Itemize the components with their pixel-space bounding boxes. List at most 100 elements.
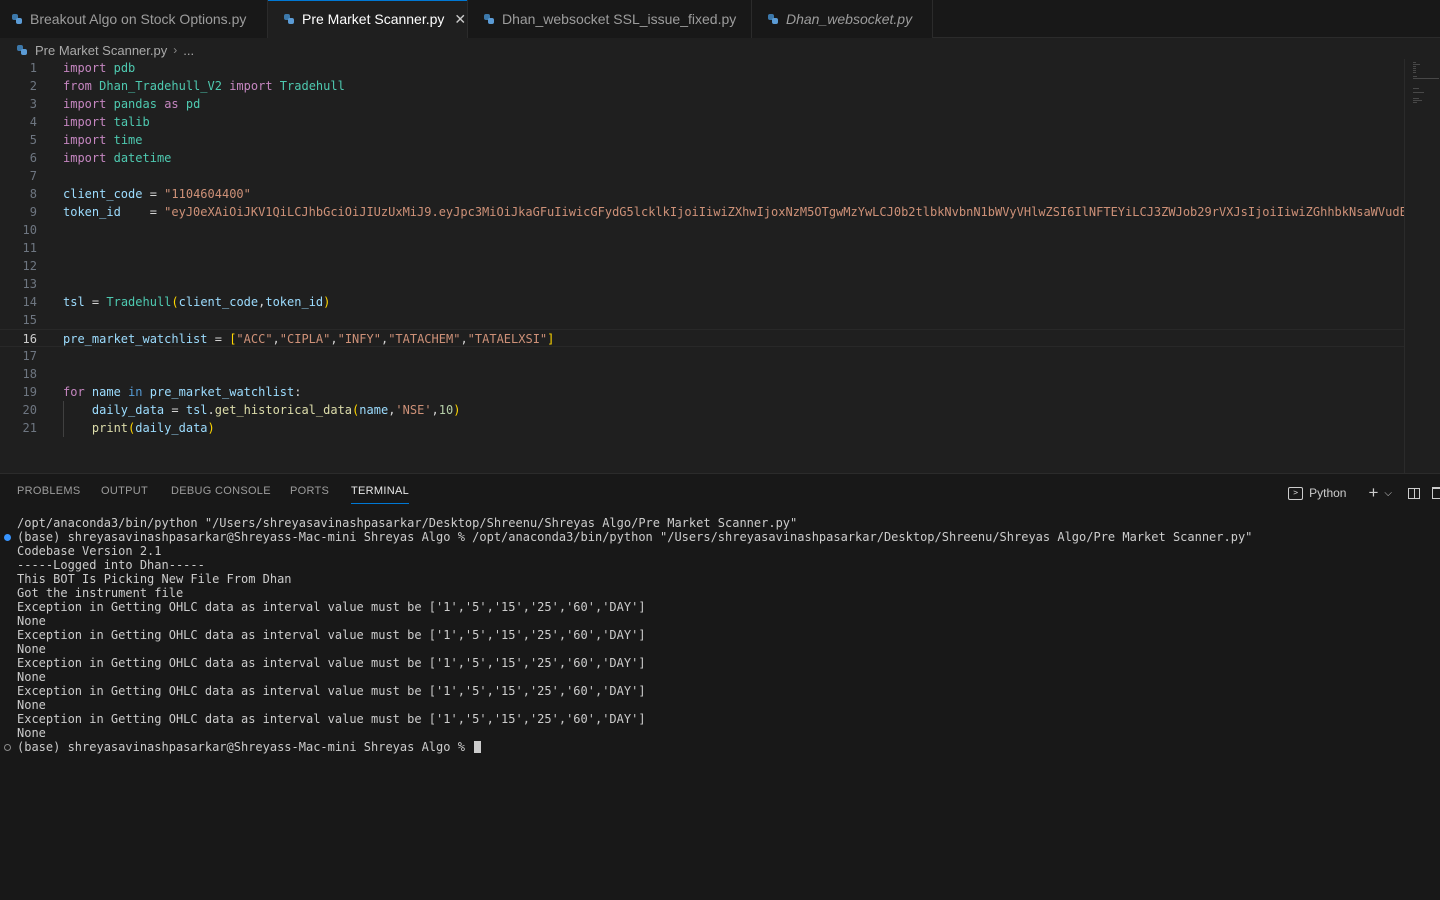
code-token: import xyxy=(63,97,107,111)
code-line[interactable]: 20 daily_data = tsl.get_historical_data(… xyxy=(0,401,1404,419)
code-line[interactable]: 16 pre_market_watchlist = ["ACC","CIPLA",… xyxy=(0,329,1404,347)
code-token: "CIPLA" xyxy=(279,332,331,346)
new-terminal-icon[interactable]: + xyxy=(1368,483,1378,503)
terminal-line-text: None xyxy=(17,726,46,740)
minimap[interactable] xyxy=(1404,59,1440,473)
minimap-line xyxy=(1413,62,1416,63)
python-file-icon xyxy=(768,14,778,24)
code-line[interactable]: 2 from Dhan_Tradehull_V2 import Tradehull xyxy=(0,77,1404,95)
breadcrumb-file[interactable]: Pre Market Scanner.py xyxy=(35,43,167,58)
terminal-line: Got the instrument file xyxy=(17,586,183,600)
code-token: 10 xyxy=(438,403,454,417)
code-text: pre_market_watchlist = ["ACC","CIPLA","I… xyxy=(63,330,554,348)
chevron-down-icon[interactable]: ⌵ xyxy=(1384,488,1392,499)
tab-pre-market-scanner[interactable]: Pre Market Scanner.py ✕ xyxy=(268,0,468,38)
code-token: import xyxy=(63,133,107,147)
terminal-line-text: Exception in Getting OHLC data as interv… xyxy=(17,684,646,698)
code-text: from Dhan_Tradehull_V2 import Tradehull xyxy=(63,77,345,95)
code-token: time xyxy=(113,133,143,147)
tab-dhan-websocket-ssl[interactable]: Dhan_websocket SSL_issue_fixed.py xyxy=(468,0,752,38)
terminal-line-text: Exception in Getting OHLC data as interv… xyxy=(17,712,646,726)
code-line[interactable]: 14 tsl = Tradehull(client_code,token_id) xyxy=(0,293,1404,311)
tab-label: Pre Market Scanner.py xyxy=(302,11,445,27)
trash-icon[interactable] xyxy=(1432,487,1440,499)
code-token: daily_data xyxy=(91,403,165,417)
line-number: 14 xyxy=(22,295,37,309)
minimap-line xyxy=(1413,92,1425,93)
breadcrumb-more[interactable]: ... xyxy=(183,43,194,58)
code-token: pandas xyxy=(113,97,157,111)
tab-problems[interactable]: PROBLEMS xyxy=(17,485,81,497)
code-token: "eyJ0eXAiOiJKV1QiLCJhbGciOiJIUzUxMiJ9.ey… xyxy=(164,205,1404,219)
code-line[interactable]: 11 xyxy=(0,239,1404,257)
code-token: = xyxy=(207,332,230,346)
chevron-right-icon: › xyxy=(173,43,178,57)
code-line[interactable]: 15 xyxy=(0,311,1404,329)
code-line[interactable]: 6 import datetime xyxy=(0,149,1404,167)
code-text: for name in pre_market_watchlist: xyxy=(63,383,301,401)
code-token: ) xyxy=(323,295,331,309)
code-token: = xyxy=(142,187,165,201)
line-number: 16 xyxy=(22,332,37,346)
code-line[interactable]: 7 xyxy=(0,167,1404,185)
code-line[interactable]: 19 for name in pre_market_watchlist: xyxy=(0,383,1404,401)
code-line[interactable]: 3 import pandas as pd xyxy=(0,95,1404,113)
tab-debug-console[interactable]: DEBUG CONSOLE xyxy=(171,485,271,497)
code-text: import datetime xyxy=(63,149,171,167)
code-text: import talib xyxy=(63,113,150,131)
terminal-line: /opt/anaconda3/bin/python "/Users/shreya… xyxy=(17,516,797,530)
code-token: "INFY" xyxy=(337,332,381,346)
tab-dhan-websocket[interactable]: Dhan_websocket.py xyxy=(752,0,933,38)
minimap-line xyxy=(1413,66,1417,67)
minimap-line xyxy=(1413,88,1420,89)
tab-ports[interactable]: PORTS xyxy=(290,485,329,497)
code-line[interactable]: 5 import time xyxy=(0,131,1404,149)
python-file-icon xyxy=(484,14,494,24)
tab-terminal[interactable]: TERMINAL xyxy=(351,485,410,504)
code-line[interactable]: 21 print(daily_data) xyxy=(0,419,1404,437)
code-line[interactable]: 13 xyxy=(0,275,1404,293)
code-token: pdb xyxy=(113,61,136,75)
code-token: pre_market_watchlist xyxy=(63,332,208,346)
line-number: 18 xyxy=(22,367,37,381)
tab-label: Dhan_websocket SSL_issue_fixed.py xyxy=(502,11,737,27)
command-success-icon[interactable] xyxy=(4,534,11,541)
split-terminal-icon[interactable] xyxy=(1408,487,1420,499)
code-editor[interactable]: 1 import pdb 2 from Dhan_Tradehull_V2 impor… xyxy=(0,59,1404,473)
panel-tabs: PROBLEMS OUTPUT DEBUG CONSOLE PORTS TERM… xyxy=(0,474,1440,510)
editor-tab-bar: Breakout Algo on Stock Options.py Pre Ma… xyxy=(0,0,1440,38)
minimap-line xyxy=(1413,70,1416,71)
code-token: datetime xyxy=(113,151,172,165)
tab-breakout-algo[interactable]: Breakout Algo on Stock Options.py xyxy=(0,0,268,38)
code-token: tsl xyxy=(63,295,85,309)
tab-label: Breakout Algo on Stock Options.py xyxy=(30,11,247,27)
code-line[interactable]: 10 xyxy=(0,221,1404,239)
code-token: = xyxy=(120,205,165,219)
line-number: 6 xyxy=(29,151,37,165)
code-line[interactable]: 9 token_id = "eyJ0eXAiOiJKV1QiLCJhbGciOiJ… xyxy=(0,203,1404,221)
code-token: from xyxy=(63,79,92,93)
code-token: , xyxy=(460,332,468,346)
code-line[interactable]: 1 import pdb xyxy=(0,59,1404,77)
line-number: 7 xyxy=(29,169,37,183)
code-token: daily_data xyxy=(135,421,208,435)
code-token: Tradehull xyxy=(106,295,172,309)
terminal-line: None xyxy=(17,614,46,628)
python-file-icon xyxy=(12,14,22,24)
tab-output[interactable]: OUTPUT xyxy=(101,485,148,497)
line-number: 21 xyxy=(22,421,37,435)
command-pending-icon[interactable] xyxy=(4,744,11,751)
code-line[interactable]: 18 xyxy=(0,365,1404,383)
close-icon[interactable]: ✕ xyxy=(454,11,466,28)
code-token: import xyxy=(63,115,107,129)
code-line[interactable]: 8 client_code = "1104604400" xyxy=(0,185,1404,203)
code-line[interactable]: 4 import talib xyxy=(0,113,1404,131)
terminal-profile-label[interactable]: Python xyxy=(1309,486,1346,500)
code-line[interactable]: 17 xyxy=(0,347,1404,365)
code-line[interactable]: 12 xyxy=(0,257,1404,275)
